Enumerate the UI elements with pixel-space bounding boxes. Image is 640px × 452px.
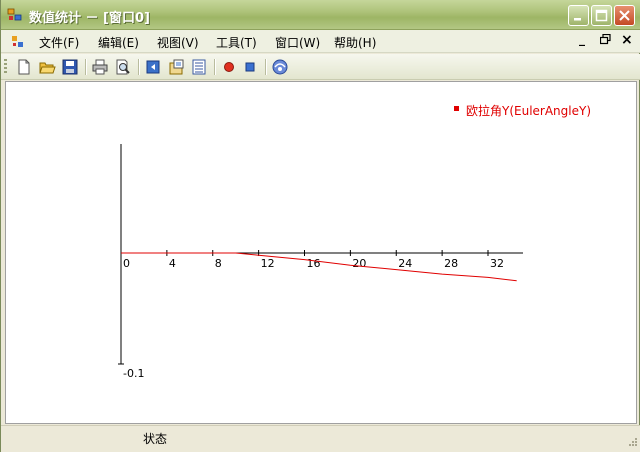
toolbar-separator [214, 59, 215, 75]
title-bar[interactable]: 数值统计 － [窗口0] [1, 0, 640, 30]
x-tick-label: 24 [398, 257, 412, 270]
toolbar-separator [138, 59, 139, 75]
close-icon [619, 10, 630, 21]
document-icon[interactable] [11, 35, 25, 49]
menu-bar: 文件(F) 编辑(E) 视图(V) 工具(T) 窗口(W) 帮助(H) _ × [1, 30, 640, 53]
x-tick-label: 12 [261, 257, 275, 270]
mdi-restore-button[interactable] [599, 33, 611, 48]
record-icon[interactable] [220, 58, 238, 76]
new-file-icon[interactable] [15, 58, 33, 76]
status-bar: 状态 [1, 425, 640, 452]
toolbar-grip[interactable] [4, 59, 7, 75]
mdi-close-button[interactable]: × [621, 32, 633, 48]
back-icon[interactable] [144, 58, 162, 76]
legend-marker [454, 106, 459, 111]
menu-window[interactable]: 窗口(W) [273, 34, 322, 51]
menu-help[interactable]: 帮助(H) [332, 34, 378, 51]
properties-icon[interactable] [167, 58, 185, 76]
mdi-minimize-button[interactable]: _ [579, 32, 585, 46]
print-preview-icon[interactable] [114, 58, 132, 76]
x-tick-label: 0 [123, 257, 130, 270]
save-icon[interactable] [61, 58, 79, 76]
close-button[interactable] [614, 5, 635, 26]
print-icon[interactable] [91, 58, 109, 76]
menu-edit[interactable]: 编辑(E) [96, 34, 141, 51]
x-tick-label: 32 [490, 257, 504, 270]
minimize-icon [574, 18, 581, 21]
legend-label: 欧拉角Y(EulerAngleY) [466, 103, 591, 118]
window-title: 数值统计 － [窗口0] [29, 11, 150, 26]
maximize-button[interactable] [591, 5, 612, 26]
x-tick-label: 4 [169, 257, 176, 270]
app-window: 数值统计 － [窗口0] 文件(F) 编辑(E) 视图(V) 工具(T) 窗口(… [0, 0, 640, 452]
x-tick-label: 8 [215, 257, 222, 270]
y-tick-label: -0.1 [123, 367, 144, 380]
toolbar-separator [85, 59, 86, 75]
toolbar [1, 54, 640, 80]
menu-file[interactable]: 文件(F) [37, 34, 81, 51]
stop-icon[interactable] [241, 58, 259, 76]
restore-icon [599, 33, 611, 45]
toolbar-separator [265, 59, 266, 75]
line-chart: 0 4 8 12 16 20 24 28 32 -0.1 欧拉角Y(EulerAngleY) [118, 103, 591, 380]
menu-tools[interactable]: 工具(T) [214, 34, 259, 51]
menu-view[interactable]: 视图(V) [155, 34, 201, 51]
open-folder-icon[interactable] [38, 58, 56, 76]
x-tick-label: 16 [307, 257, 321, 270]
status-label: 状态 [143, 432, 168, 446]
app-icon [7, 8, 22, 21]
minimize-button[interactable] [568, 5, 589, 26]
chart-area: 0 4 8 12 16 20 24 28 32 -0.1 欧拉角Y(EulerAngleY) [5, 81, 637, 424]
x-tick-label: 28 [444, 257, 458, 270]
maximize-icon [595, 9, 608, 22]
resize-grip-icon[interactable] [626, 437, 638, 449]
help-icon[interactable] [271, 58, 289, 76]
x-tick-label: 20 [352, 257, 366, 270]
list-icon[interactable] [190, 58, 208, 76]
